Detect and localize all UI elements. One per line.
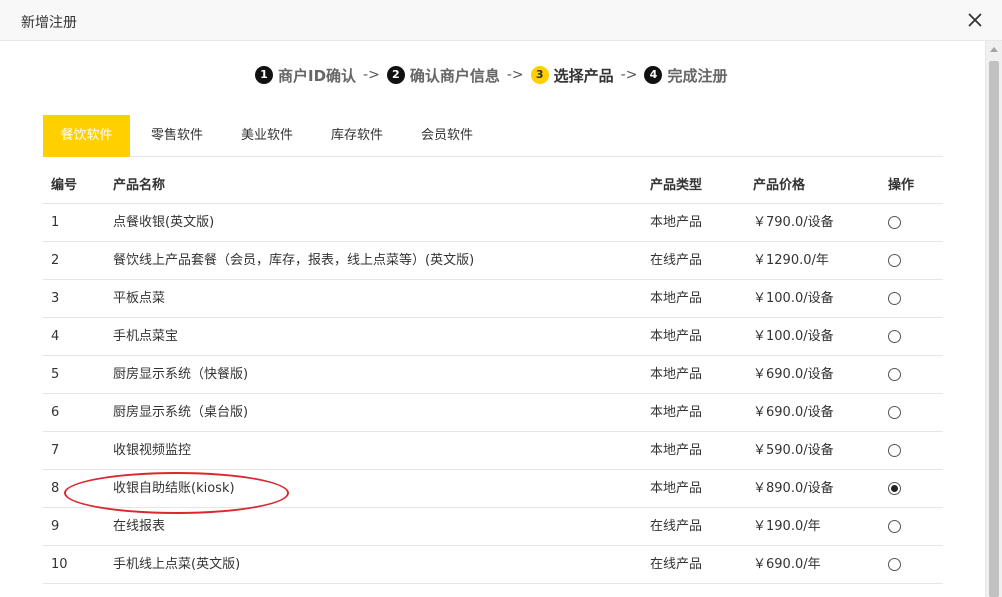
product-name: 厨房显示系统（桌台版) — [113, 405, 249, 420]
product-price: ￥890.0/设备 — [753, 481, 834, 496]
column-header-name: 产品名称 — [113, 178, 166, 193]
step-1-badge: 1 — [255, 66, 273, 84]
product-type: 在线产品 — [650, 557, 703, 572]
product-price: ￥690.0/设备 — [753, 367, 834, 382]
scrollbar-thumb[interactable] — [989, 61, 999, 597]
row-number: 1 — [51, 215, 60, 230]
product-price: ￥100.0/设备 — [753, 291, 834, 306]
select-radio[interactable] — [888, 292, 901, 305]
row-number: 5 — [51, 367, 60, 382]
select-radio[interactable] — [888, 216, 901, 229]
step-arrow: -> — [620, 67, 638, 83]
close-icon[interactable] — [966, 11, 984, 29]
table-row[interactable]: 7 收银视频监控 本地产品 ￥590.0/设备 — [43, 432, 943, 470]
product-price: ￥790.0/设备 — [753, 215, 834, 230]
column-header-number: 编号 — [51, 178, 78, 193]
dialog-title: 新增注册 — [21, 15, 77, 31]
row-number: 10 — [51, 557, 68, 572]
step-4-label: 完成注册 — [667, 66, 728, 85]
product-type: 本地产品 — [650, 329, 703, 344]
column-header-price: 产品价格 — [753, 178, 806, 193]
table-row[interactable]: 6 厨房显示系统（桌台版) 本地产品 ￥690.0/设备 — [43, 394, 943, 432]
tab-catering-software[interactable]: 餐饮软件 — [43, 115, 130, 157]
category-tabs: 餐饮软件 零售软件 美业软件 库存软件 会员软件 — [43, 115, 943, 157]
row-number: 9 — [51, 519, 60, 534]
row-number: 8 — [51, 481, 60, 496]
product-table: 编号 产品名称 产品类型 产品价格 操作 1 点餐收银(英文版) 本地产品 ￥7… — [43, 167, 943, 584]
step-4-badge: 4 — [644, 66, 663, 84]
step-arrow: -> — [363, 67, 380, 83]
step-3-badge: 3 — [530, 66, 549, 84]
select-radio[interactable] — [888, 406, 901, 419]
row-number: 6 — [51, 405, 60, 420]
table-row[interactable]: 3 平板点菜 本地产品 ￥100.0/设备 — [43, 280, 943, 318]
table-row[interactable]: 8 收银自助结账(kiosk) 本地产品 ￥890.0/设备 — [43, 470, 943, 508]
table-row[interactable]: 2 餐饮线上产品套餐（会员，库存，报表，线上点菜等）(英文版) 在线产品 ￥12… — [43, 242, 943, 280]
product-price: ￥100.0/设备 — [753, 329, 834, 344]
tab-beauty-software[interactable]: 美业软件 — [225, 115, 309, 157]
product-type: 本地产品 — [650, 291, 703, 306]
select-radio[interactable] — [888, 368, 901, 381]
column-header-type: 产品类型 — [650, 178, 703, 193]
product-price: ￥1290.0/年 — [753, 253, 829, 268]
product-price: ￥590.0/设备 — [753, 443, 834, 458]
select-radio[interactable] — [888, 482, 901, 495]
table-row[interactable]: 4 手机点菜宝 本地产品 ￥100.0/设备 — [43, 318, 943, 356]
product-name: 收银自助结账(kiosk) — [113, 481, 235, 496]
product-type: 本地产品 — [650, 443, 703, 458]
product-price: ￥690.0/年 — [753, 557, 821, 572]
product-name: 餐饮线上产品套餐（会员，库存，报表，线上点菜等）(英文版) — [113, 253, 475, 268]
product-name: 点餐收银(英文版) — [113, 215, 215, 230]
column-header-action: 操作 — [888, 178, 915, 193]
select-radio[interactable] — [888, 444, 901, 457]
scrollbar[interactable] — [985, 41, 1002, 597]
product-name: 平板点菜 — [113, 291, 166, 306]
product-price: ￥190.0/年 — [753, 519, 821, 534]
step-arrow: -> — [506, 67, 524, 83]
tab-member-software[interactable]: 会员软件 — [405, 115, 489, 157]
tab-retail-software[interactable]: 零售软件 — [135, 115, 219, 157]
select-radio[interactable] — [888, 254, 901, 267]
tab-inventory-software[interactable]: 库存软件 — [315, 115, 399, 157]
product-type: 本地产品 — [650, 367, 703, 382]
product-type: 在线产品 — [650, 253, 703, 268]
product-type: 在线产品 — [650, 519, 703, 534]
table-header: 编号 产品名称 产品类型 产品价格 操作 — [43, 167, 943, 204]
product-name: 在线报表 — [113, 519, 166, 534]
row-number: 4 — [51, 329, 60, 344]
select-radio[interactable] — [888, 520, 901, 533]
select-radio[interactable] — [888, 558, 901, 571]
product-price: ￥690.0/设备 — [753, 405, 834, 420]
product-type: 本地产品 — [650, 481, 703, 496]
table-row[interactable]: 1 点餐收银(英文版) 本地产品 ￥790.0/设备 — [43, 204, 943, 242]
registration-steps: 1 商户ID确认 -> 2 确认商户信息 -> 3 选择产品 -> 4 完成注册 — [255, 64, 727, 86]
step-3-label: 选择产品 — [553, 66, 614, 85]
product-type: 本地产品 — [650, 215, 703, 230]
dialog-titlebar: 新增注册 — [0, 0, 1002, 41]
product-name: 收银视频监控 — [113, 443, 192, 458]
product-name: 手机线上点菜(英文版) — [113, 557, 241, 572]
table-row[interactable]: 10 手机线上点菜(英文版) 在线产品 ￥690.0/年 — [43, 546, 943, 584]
step-1-label: 商户ID确认 — [278, 66, 357, 85]
step-2-label: 确认商户信息 — [409, 66, 500, 85]
row-number: 3 — [51, 291, 60, 306]
row-number: 2 — [51, 253, 60, 268]
table-row[interactable]: 9 在线报表 在线产品 ￥190.0/年 — [43, 508, 943, 546]
product-type: 本地产品 — [650, 405, 703, 420]
product-name: 手机点菜宝 — [113, 329, 179, 344]
scroll-up-icon[interactable] — [990, 47, 998, 52]
table-row[interactable]: 5 厨房显示系统（快餐版) 本地产品 ￥690.0/设备 — [43, 356, 943, 394]
product-name: 厨房显示系统（快餐版) — [113, 367, 249, 382]
select-radio[interactable] — [888, 330, 901, 343]
row-number: 7 — [51, 443, 60, 458]
step-2-badge: 2 — [386, 66, 405, 84]
